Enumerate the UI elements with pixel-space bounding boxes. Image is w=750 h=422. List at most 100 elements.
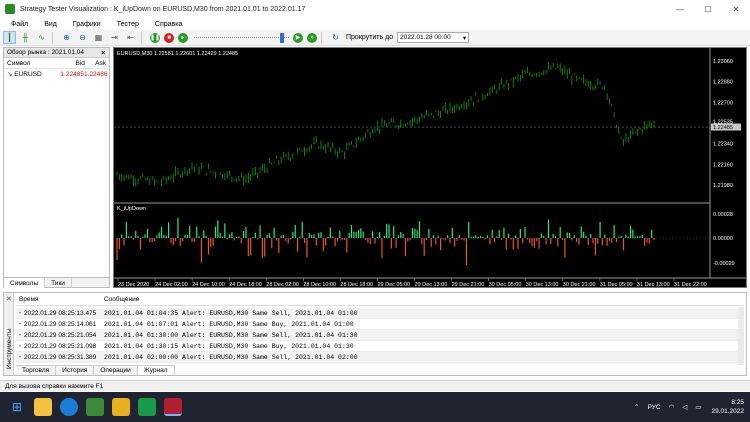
window-title: Strategy Tester Visualization : K_iUpDow… [20,5,306,13]
price-chart[interactable]: EURUSD,M30 1.22581 1.22601 1.22429 1.224… [114,48,746,287]
log-scrollbar[interactable] [738,307,744,365]
chart-shift-icon[interactable]: ⇤ [124,31,137,44]
column-symbol[interactable]: Символ [7,60,58,67]
log-list: • 2022.01.29 08:25:13.475 2021.01.04 01:04… [16,308,744,363]
log-message: 2021.01.04 01:30:15 Alert: EURUSD,M30 Sa… [104,342,354,350]
auto-scroll-icon[interactable]: ⇥ [108,31,121,44]
scroll-to-icon[interactable]: ↻ [329,31,342,44]
time-tick-label: 29 Dec 21:00 [452,282,485,287]
tab-ticks[interactable]: Тики [45,278,72,288]
time-tick-label: 23 Dec 2020 [118,282,149,287]
log-message: 2021.01.04 01:30:00 Alert: EURUSD,M30 Sa… [104,331,358,339]
app-icon[interactable] [86,398,104,416]
log-row[interactable]: • 2022.01.29 08:25:13.475 2021.01.04 01:04… [16,308,744,319]
indicator-tick-label: -0.00029 [713,261,735,267]
time-tick-label: 31 Dec 13:00 [637,282,670,287]
toolbox-tabs: Торговля История Операции Журнал [16,365,175,375]
fast-forward-icon[interactable]: » [307,32,317,43]
browser-icon[interactable] [60,398,78,416]
toolbar-separator [52,31,53,44]
menu-charts[interactable]: Графики [73,21,101,28]
tab-trade[interactable]: Торговля [16,365,57,375]
toolbox-side-label: Инструменты [6,328,13,369]
app-icon[interactable] [138,398,156,416]
indicator-tick-label: 0.00000 [713,236,733,242]
zoom-out-icon[interactable]: ⊖ [76,31,89,44]
column-ask[interactable]: Ask [85,60,106,67]
close-button[interactable]: ✕ [722,0,750,18]
log-header: Время Сообщение [16,296,744,306]
minimize-button[interactable]: — [666,0,694,18]
time-tick-label: 24 Dec 18:00 [229,282,262,287]
tab-symbols[interactable]: Символы [4,278,46,288]
time-tick-label: 30 Dec 21:00 [563,282,596,287]
log-time: 2022.01.29 08:25:31.389 [24,353,97,361]
language-indicator[interactable]: РУС [648,404,661,411]
volume-icon[interactable]: ◁ [682,403,687,411]
status-text: Для вызова справки нажмите F1 [5,382,104,390]
log-message: 2021.01.04 01:07:01 Alert: EURUSD,M30 Sa… [104,320,354,328]
close-icon[interactable]: ✕ [101,49,106,57]
symbol-row[interactable]: ↘ EURUSD 1.22485 1.22486 [4,69,109,79]
menu-help[interactable]: Справка [155,21,182,28]
line-chart-icon[interactable]: ∿ [35,31,48,44]
toolbar-separator [321,31,322,44]
column-bid[interactable]: Bid [58,60,84,67]
tab-operations[interactable]: Операции [94,365,138,375]
pause-icon[interactable]: ❚❚ [150,32,160,43]
chart-window[interactable]: EURUSD,M30 1.22581 1.22601 1.22429 1.224… [113,47,747,288]
folder-icon[interactable] [34,398,52,416]
log-row[interactable]: • 2022.01.29 08:25:21.054 2021.01.04 01:30… [16,330,744,341]
menu-file[interactable]: Файл [11,21,28,28]
menu-view[interactable]: Вид [44,21,57,28]
menu-tester[interactable]: Тестер [117,21,139,28]
log-row[interactable]: • 2022.01.29 08:25:21.098 2021.01.04 01:30… [16,341,744,352]
bar-chart-icon[interactable]: ┃ [3,31,16,44]
column-time[interactable]: Время [16,296,104,305]
tile-windows-icon[interactable]: ▦ [92,31,105,44]
info-icon: • [18,309,22,317]
scroll-date-value: 2022.01.28 00:00 [400,34,451,41]
windows-start-icon[interactable]: ⊞ [8,398,26,416]
time-tick-label: 29 Dec 05:00 [377,282,410,287]
chevron-up-icon[interactable]: ⌃ [634,403,639,411]
tab-journal[interactable]: Журнал [137,365,175,375]
log-row[interactable]: • 2022.01.29 08:25:14.061 2021.01.04 01:07… [16,319,744,330]
toolbox-side: ✕ Инструменты [4,293,14,375]
app-icon[interactable] [112,398,130,416]
info-icon: • [18,331,22,339]
tab-history[interactable]: История [56,365,95,375]
scroll-date-input[interactable]: 2022.01.28 00:00 ▾ [397,32,470,43]
indicator-tick-label: 0.00028 [713,212,733,218]
speed-slider[interactable] [194,32,289,43]
taskbar: ⊞ ⌃ РУС ◠ ◁ ▭ 8:25 29.01.2022 [0,392,750,422]
log-message: 2021.01.04 01:04:35 Alert: EURUSD,M30 Sa… [104,309,358,317]
system-tray: ⌃ РУС ◠ ◁ ▭ 8:25 29.01.2022 [626,392,744,422]
log-time: 2022.01.29 08:25:13.475 [24,309,97,317]
time-tick-label: 24 Dec 02:00 [155,282,188,287]
wifi-icon[interactable]: ◠ [669,403,675,411]
maximize-button[interactable]: ☐ [694,0,722,18]
slider-thumb[interactable] [280,32,285,43]
zoom-in-icon[interactable]: ⊕ [60,31,73,44]
step-icon[interactable]: ▸ [178,32,188,43]
column-message[interactable]: Сообщение [104,296,139,305]
price-tick-label: 1.22485 [713,125,733,131]
candlestick-icon[interactable]: ╫ [19,31,32,44]
log-row[interactable]: • 2022.01.29 08:25:31.389 2021.01.04 02:00… [16,352,744,363]
battery-icon[interactable]: ▭ [695,403,701,411]
play-icon[interactable]: ▶ [293,32,303,43]
time-tick-label: 30 Dec 05:00 [489,282,522,287]
terminal-icon[interactable] [164,398,182,416]
market-watch-header: Обзор рынка : 2021.01.04 ✕ [4,48,109,58]
toolbar: ┃ ╫ ∿ ⊕ ⊖ ▦ ⇥ ⇤ ❚❚ ■ ▸ ▶ » ↻ Прокрутить … [0,30,750,46]
info-icon: • [18,353,22,361]
chevron-down-icon[interactable]: ▾ [463,34,466,42]
stop-icon[interactable]: ■ [164,32,174,43]
close-icon[interactable]: ✕ [6,295,12,303]
clock[interactable]: 8:25 29.01.2022 [711,398,744,416]
bid-value: 1.22485 [60,70,85,78]
log-time: 2022.01.29 08:25:21.098 [24,342,97,350]
info-icon: • [18,342,22,350]
time-tick-label: 24 Dec 10:00 [192,282,225,287]
